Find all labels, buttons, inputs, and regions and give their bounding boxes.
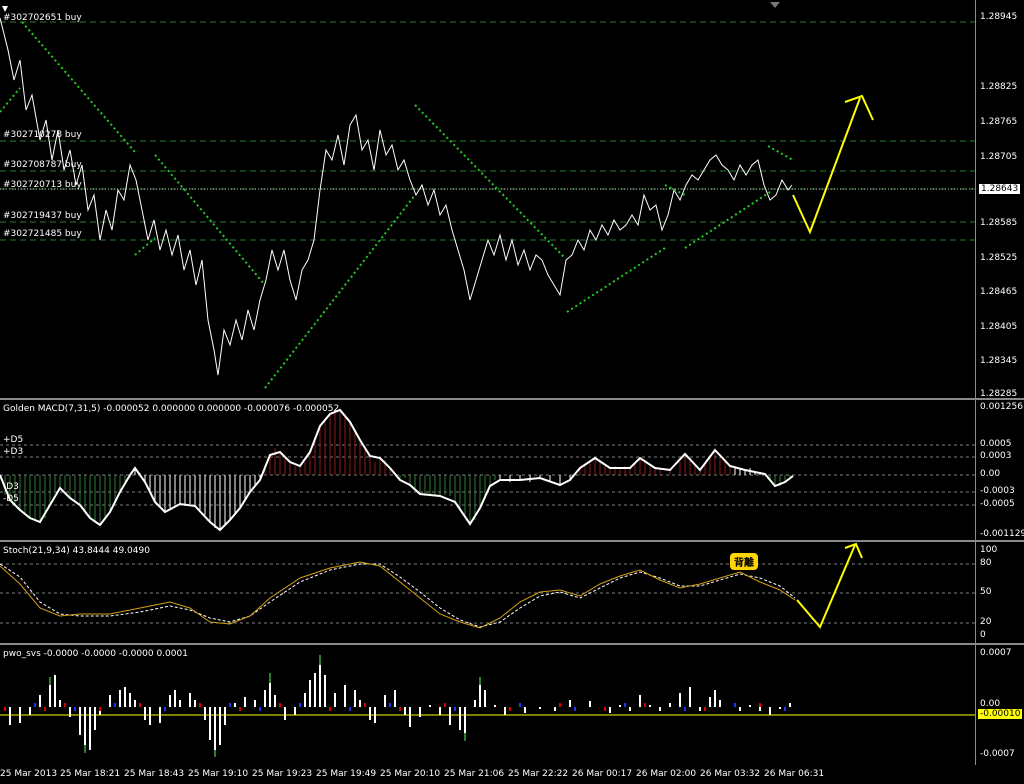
time-tick: 25 Mar 19:23	[252, 769, 313, 779]
price-tick: 1.28525	[980, 253, 1018, 263]
order-label[interactable]: #302720713 buy	[3, 180, 82, 190]
price-tick: 1.28765	[980, 117, 1018, 127]
price-chart	[0, 2, 975, 389]
price-tick: 1.28585	[980, 218, 1018, 228]
pwo-tick: 0.0007	[980, 648, 1012, 658]
stoch-main-line	[0, 561, 796, 629]
time-tick: 25 Mar 18:43	[124, 769, 185, 779]
stoch-chart	[0, 542, 975, 629]
macd-tick: 0.001256	[980, 402, 1023, 412]
time-tick: 25 Mar 21:06	[444, 769, 505, 779]
pwo-current-tag: -0.00010	[978, 709, 1023, 719]
order-lines	[0, 21, 975, 241]
stoch-tick: 80	[980, 558, 992, 568]
pwo-title: pwo_svs -0.0000 -0.0000 -0.0000 0.0001	[3, 649, 188, 659]
scroll-marker	[2, 6, 8, 12]
chart-shift-marker	[770, 2, 780, 8]
order-label[interactable]: #302708787 buy	[3, 160, 82, 170]
order-label[interactable]: #302719437 buy	[3, 211, 82, 221]
macd-level-label: +D3	[3, 447, 24, 457]
pwo-chart	[0, 655, 975, 757]
time-tick: 25 Mar 22:22	[508, 769, 569, 779]
macd-level-label: -D3	[3, 482, 19, 492]
macd-tick: -0.0005	[980, 499, 1015, 509]
stoch-pane[interactable]: Stoch(21,9,34) 43.8444 49.0490 背離 100 80…	[0, 542, 1024, 643]
macd-scale[interactable]: 0.001256 0.0005 0.0003 0.00 -0.0003 -0.0…	[975, 400, 1024, 540]
price-tick: 1.28345	[980, 356, 1018, 366]
forecast-arrow	[796, 544, 856, 629]
price-tick: 1.28705	[980, 152, 1018, 162]
stoch-scale[interactable]: 100 80 50 20 0	[975, 542, 1024, 643]
price-pane[interactable]: #302702651 buy #302710278 buy #302708787…	[0, 0, 1024, 399]
time-axis[interactable]: 25 Mar 2013 25 Mar 18:21 25 Mar 18:43 25…	[0, 765, 1024, 784]
stoch-tick: 20	[980, 617, 992, 627]
time-tick: 26 Mar 02:00	[636, 769, 697, 779]
time-tick: 25 Mar 19:10	[188, 769, 249, 779]
time-tick: 26 Mar 03:32	[700, 769, 761, 779]
price-tick: 1.28825	[980, 82, 1018, 92]
macd-histogram	[4, 410, 791, 530]
divergence-annotation: 背離	[730, 553, 758, 570]
pwo-tick: 0.00	[980, 699, 1001, 709]
time-tick: 25 Mar 20:10	[380, 769, 441, 779]
price-tick: 1.28945	[980, 12, 1018, 22]
macd-title: Golden MACD(7,31,5) -0.000052 0.000000 0…	[3, 404, 340, 414]
trend-segments	[0, 21, 794, 389]
stoch-tick: 50	[980, 587, 992, 597]
price-tick: 1.28465	[980, 287, 1018, 297]
price-line	[0, 17, 793, 376]
stoch-signal-line	[0, 563, 796, 628]
stoch-tick: 0	[980, 630, 986, 640]
macd-level-label: -D5	[3, 494, 19, 504]
order-label[interactable]: #302710278 buy	[3, 130, 82, 140]
time-tick: 26 Mar 00:17	[572, 769, 633, 779]
pwo-histogram	[4, 655, 791, 757]
macd-tick: 0.0005	[980, 439, 1012, 449]
order-label[interactable]: #302702651 buy	[3, 13, 82, 23]
macd-pane[interactable]: Golden MACD(7,31,5) -0.000052 0.000000 0…	[0, 400, 1024, 540]
stoch-tick: 100	[980, 545, 998, 555]
time-tick: 26 Mar 06:31	[764, 769, 825, 779]
price-scale[interactable]: 1.28945 1.28825 1.28765 1.28705 1.28643 …	[975, 0, 1024, 399]
pwo-tick: -0.0007	[980, 749, 1015, 759]
order-label[interactable]: #302721485 buy	[3, 229, 82, 239]
time-tick: 25 Mar 19:49	[316, 769, 377, 779]
macd-chart	[0, 408, 975, 532]
pwo-scale[interactable]: 0.0007 0.00 -0.00010 -0.0007	[975, 645, 1024, 765]
macd-signal-line	[0, 408, 794, 532]
pwo-pane[interactable]: pwo_svs -0.0000 -0.0000 -0.0000 0.0001 0…	[0, 645, 1024, 765]
macd-level-label: +D5	[3, 435, 24, 445]
macd-tick: 0.0003	[980, 451, 1012, 461]
macd-tick: -0.001129	[980, 529, 1024, 539]
macd-tick: -0.0003	[980, 486, 1015, 496]
macd-tick: 0.00	[980, 469, 1001, 479]
current-price-tag: 1.28643	[978, 183, 1022, 195]
forecast-arrow	[792, 97, 861, 235]
stoch-title: Stoch(21,9,34) 43.8444 49.0490	[3, 546, 150, 556]
time-tick: 25 Mar 2013	[0, 769, 58, 779]
time-tick: 25 Mar 18:21	[60, 769, 121, 779]
price-tick: 1.28405	[980, 322, 1018, 332]
